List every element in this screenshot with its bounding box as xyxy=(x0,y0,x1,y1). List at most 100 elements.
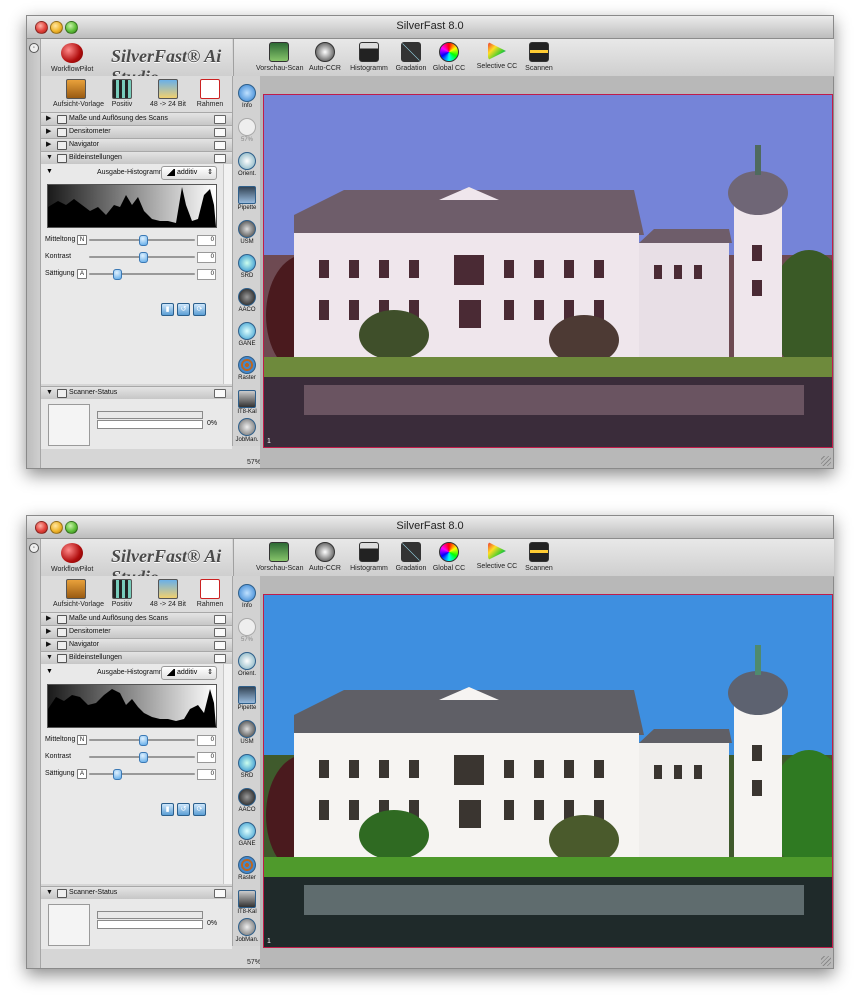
panel-scrollbar[interactable] xyxy=(223,164,232,384)
panel-image-settings[interactable]: ▼ Bildeinstellungen xyxy=(41,151,232,165)
midtone-mode-button[interactable]: N xyxy=(77,235,87,245)
panel-window-icon[interactable] xyxy=(214,389,226,398)
saturation-mode-button[interactable]: A xyxy=(77,769,87,779)
zoom-tool[interactable]: 57% xyxy=(233,116,261,150)
workflowpilot-icon[interactable] xyxy=(61,543,83,563)
panel-scanner-status[interactable]: ▼ Scanner-Status xyxy=(41,886,232,900)
usm-tool[interactable]: USM xyxy=(233,718,261,752)
preview-scan-button[interactable]: Vorschau-Scan xyxy=(256,542,303,574)
contrast-value-field[interactable]: 0 xyxy=(197,752,216,763)
preview-image[interactable]: 1 xyxy=(263,594,833,948)
contrast-slider-knob[interactable] xyxy=(139,252,148,263)
panel-window-icon[interactable] xyxy=(214,615,226,624)
frame-button[interactable]: Rahmen xyxy=(187,579,233,611)
gane-tool[interactable]: GANE xyxy=(233,820,261,854)
saturation-value-field[interactable]: 0 xyxy=(197,769,216,780)
aaco-tool[interactable]: AACO xyxy=(233,786,261,820)
reflective-original-button[interactable]: Aufsicht-Vorlage xyxy=(53,79,104,111)
histogram-button[interactable]: Histogramm xyxy=(346,42,392,74)
selective-cc-button[interactable]: Selective CC xyxy=(474,542,520,574)
info-tool[interactable]: Info xyxy=(233,582,261,616)
panel-scrollbar[interactable] xyxy=(223,664,232,884)
panel-scanner-status[interactable]: ▼ Scanner-Status xyxy=(41,386,232,400)
panel-densitometer[interactable]: ▶ Densitometer xyxy=(41,625,232,639)
auto-ccr-button[interactable]: Auto-CCR xyxy=(302,42,348,74)
panel-window-icon[interactable] xyxy=(214,628,226,637)
pipette-tool[interactable]: Pipette xyxy=(233,184,261,218)
gutter-toggle-icon[interactable]: ◦ xyxy=(29,43,39,53)
collapse-triangle-icon[interactable]: ▼ xyxy=(46,168,53,175)
zoom-tool[interactable]: 57% xyxy=(233,616,261,650)
panel-image-settings[interactable]: ▼ Bildeinstellungen xyxy=(41,651,232,665)
midtone-slider-knob[interactable] xyxy=(139,735,148,746)
midtone-slider-knob[interactable] xyxy=(139,235,148,246)
bit-depth-button[interactable]: 48 -> 24 Bit xyxy=(145,579,191,611)
frame-button[interactable]: Rahmen xyxy=(187,79,233,111)
positive-button[interactable]: Positiv xyxy=(99,79,145,111)
orientation-tool[interactable]: Orient. xyxy=(233,150,261,184)
gane-tool[interactable]: GANE xyxy=(233,320,261,354)
auto-ccr-button[interactable]: Auto-CCR xyxy=(302,542,348,574)
saturation-slider-knob[interactable] xyxy=(113,269,122,280)
contrast-slider-knob[interactable] xyxy=(139,752,148,763)
srd-tool[interactable]: SRD xyxy=(233,252,261,286)
info-tool[interactable]: Info xyxy=(233,82,261,116)
raster-tool[interactable]: Raster xyxy=(233,354,261,388)
midtone-value-field[interactable]: 0 xyxy=(197,235,216,246)
saturation-mode-button[interactable]: A xyxy=(77,269,87,279)
bit-depth-button[interactable]: 48 -> 24 Bit xyxy=(145,79,191,111)
workflowpilot-icon[interactable] xyxy=(61,43,83,63)
positive-button[interactable]: Positiv xyxy=(99,579,145,611)
resize-grip[interactable] xyxy=(821,456,831,466)
resize-grip[interactable] xyxy=(821,956,831,966)
contrast-value-field[interactable]: 0 xyxy=(197,252,216,263)
refresh-icon[interactable]: ⟳ xyxy=(193,803,206,816)
preview-scan-button[interactable]: Vorschau-Scan xyxy=(256,42,303,74)
srd-tool[interactable]: SRD xyxy=(233,752,261,786)
usm-tool[interactable]: USM xyxy=(233,218,261,252)
panel-window-icon[interactable] xyxy=(214,141,226,150)
global-cc-button[interactable]: Global CC xyxy=(426,542,472,574)
collapse-triangle-icon[interactable]: ▼ xyxy=(46,668,53,675)
job-manager-tool[interactable]: JobMan. xyxy=(233,416,261,450)
orientation-tool[interactable]: Orient. xyxy=(233,650,261,684)
job-manager-tool[interactable]: JobMan. xyxy=(233,916,261,950)
saturation-value-field[interactable]: 0 xyxy=(197,269,216,280)
panel-navigator[interactable]: ▶ Navigator xyxy=(41,138,232,152)
additiv-select[interactable]: additiv ⇕ xyxy=(161,666,217,680)
scan-button[interactable]: Scannen xyxy=(516,542,562,574)
reflective-original-button[interactable]: Aufsicht-Vorlage xyxy=(53,579,104,611)
title-bar[interactable]: SilverFast 8.0 xyxy=(27,516,833,539)
panel-navigator[interactable]: ▶ Navigator xyxy=(41,638,232,652)
panel-scan-size[interactable]: ▶ Maße und Auflösung des Scans xyxy=(41,612,232,626)
panel-window-icon[interactable] xyxy=(214,154,226,163)
panel-window-icon[interactable] xyxy=(214,654,226,663)
pipette-tool[interactable]: Pipette xyxy=(233,684,261,718)
panel-window-icon[interactable] xyxy=(214,115,226,124)
scan-button[interactable]: Scannen xyxy=(516,42,562,74)
title-bar[interactable]: SilverFast 8.0 xyxy=(27,16,833,39)
global-cc-button[interactable]: Global CC xyxy=(426,42,472,74)
aaco-tool[interactable]: AACO xyxy=(233,286,261,320)
selective-cc-button[interactable]: Selective CC xyxy=(474,42,520,74)
raster-tool[interactable]: Raster xyxy=(233,854,261,888)
saturation-slider-track[interactable] xyxy=(89,773,195,775)
book-icon[interactable]: ▮ xyxy=(161,803,174,816)
saturation-slider-knob[interactable] xyxy=(113,769,122,780)
reset-icon[interactable]: ↺ xyxy=(177,303,190,316)
refresh-icon[interactable]: ⟳ xyxy=(193,303,206,316)
panel-scan-size[interactable]: ▶ Maße und Auflösung des Scans xyxy=(41,112,232,126)
reset-icon[interactable]: ↺ xyxy=(177,803,190,816)
midtone-value-field[interactable]: 0 xyxy=(197,735,216,746)
panel-window-icon[interactable] xyxy=(214,641,226,650)
preview-image[interactable]: 1 xyxy=(263,94,833,448)
additiv-select[interactable]: additiv ⇕ xyxy=(161,166,217,180)
panel-densitometer[interactable]: ▶ Densitometer xyxy=(41,125,232,139)
midtone-mode-button[interactable]: N xyxy=(77,735,87,745)
book-icon[interactable]: ▮ xyxy=(161,303,174,316)
saturation-slider-track[interactable] xyxy=(89,273,195,275)
histogram-button[interactable]: Histogramm xyxy=(346,542,392,574)
panel-window-icon[interactable] xyxy=(214,889,226,898)
gutter-toggle-icon[interactable]: ◦ xyxy=(29,543,39,553)
panel-window-icon[interactable] xyxy=(214,128,226,137)
